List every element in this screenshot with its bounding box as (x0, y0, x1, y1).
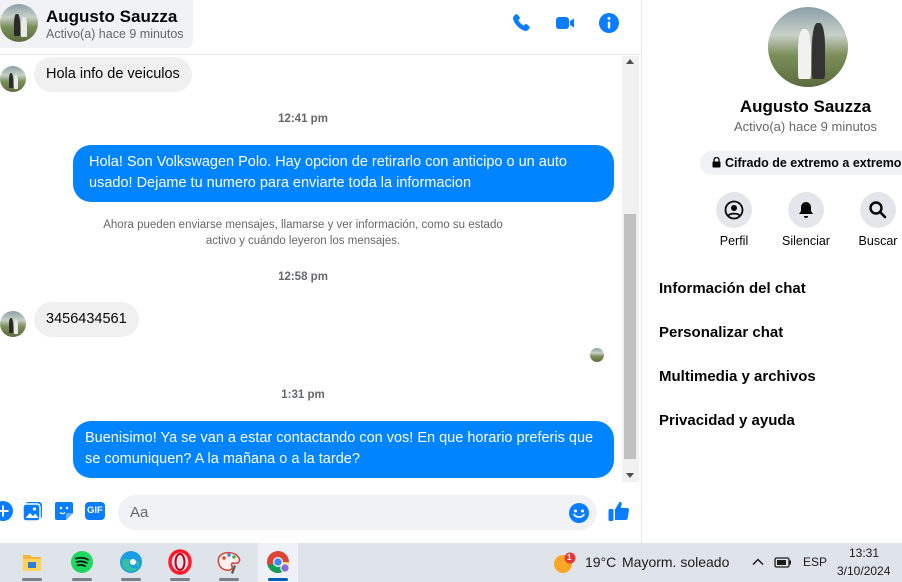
contact-header-button[interactable]: Augusto Sauzza Activo(a) hace 9 minutos (0, 0, 193, 48)
scrollbar[interactable] (622, 56, 639, 482)
weather-sun-icon[interactable]: 1 (552, 551, 576, 575)
clock-date[interactable]: 3/10/2024 (837, 564, 890, 578)
encryption-badge[interactable]: Cifrado de extremo a extremo (700, 151, 902, 175)
info-icon[interactable] (597, 11, 621, 35)
bell-icon (788, 192, 824, 228)
chat-info-panel: Augusto Sauzza Activo(a) hace 9 minutos … (641, 0, 902, 543)
action-label: Perfil (719, 234, 749, 248)
gif-icon[interactable]: GIF (84, 500, 106, 522)
message-timestamp: 12:41 pm (278, 113, 328, 125)
avatar[interactable] (0, 311, 26, 337)
battery-icon[interactable] (774, 556, 792, 574)
clock-time[interactable]: 13:31 (849, 546, 879, 560)
chat-window: Augusto Sauzza Activo(a) hace 9 minutos … (0, 0, 641, 543)
action-label: Buscar (858, 234, 898, 248)
message-input[interactable] (130, 495, 560, 530)
plus-icon[interactable] (0, 500, 14, 522)
gif-label: GIF (87, 505, 103, 516)
message-line: usado! Dejame tu numero para enviarte to… (89, 175, 472, 191)
search-icon (860, 192, 896, 228)
weather-temperature[interactable]: 19°C (585, 554, 616, 570)
sticker-icon[interactable] (53, 500, 75, 522)
encryption-label: Cifrado de extremo a extremo (725, 156, 902, 170)
action-label: Silenciar (782, 234, 830, 248)
mute-button[interactable]: Silenciar (776, 192, 836, 248)
avatar[interactable] (0, 66, 26, 92)
running-indicator (72, 578, 92, 581)
image-icon[interactable] (22, 500, 44, 522)
phone-icon[interactable] (509, 11, 533, 35)
running-indicator (170, 578, 190, 581)
message-line: Hola! Son Volkswagen Polo. Hay opcion de… (89, 154, 567, 170)
taskbar: 1 19°C Mayorm. soleado ESP 13:31 3/10/20… (0, 543, 902, 582)
privacy-help-item[interactable]: Privacidad y ayuda (659, 412, 795, 429)
avatar[interactable] (768, 7, 848, 87)
chat-info-item[interactable]: Información del chat (659, 280, 806, 297)
search-button[interactable]: Buscar (848, 192, 902, 248)
panel-contact-status: Activo(a) hace 9 minutos (733, 119, 878, 134)
composer: GIF (0, 482, 641, 543)
customize-chat-item[interactable]: Personalizar chat (659, 324, 783, 341)
message-bubble-incoming[interactable]: Hola info de veiculos (34, 57, 192, 92)
profile-button[interactable]: Perfil (704, 192, 764, 248)
panel-contact-name: Augusto Sauzza (739, 97, 872, 116)
chat-header: Augusto Sauzza Activo(a) hace 9 minutos (0, 0, 641, 55)
system-notice-line: Ahora pueden enviarse mensajes, llamarse… (103, 219, 503, 231)
system-notice: Ahora pueden enviarse mensajes, llamarse… (70, 217, 536, 249)
contact-name[interactable]: Augusto Sauzza (46, 7, 177, 27)
spotify-icon[interactable] (62, 543, 102, 582)
profile-icon (716, 192, 752, 228)
file-explorer-icon[interactable] (12, 543, 52, 582)
paint-icon[interactable] (209, 543, 249, 582)
message-timestamp: 12:58 pm (278, 271, 328, 283)
message-timestamp: 1:31 pm (281, 389, 325, 401)
running-indicator (219, 578, 239, 581)
running-indicator (22, 578, 42, 581)
avatar[interactable] (0, 4, 38, 42)
lock-icon (712, 156, 721, 168)
weather-description[interactable]: Mayorm. soleado (622, 554, 729, 570)
message-line: se comuniquen? A la mañana o a la tarde? (85, 451, 360, 467)
media-files-item[interactable]: Multimedia y archivos (659, 368, 816, 385)
notification-badge: 1 (567, 553, 572, 562)
message-bubble-incoming[interactable]: 3456434561 (34, 302, 139, 337)
system-notice-line: activo y cuándo leyeron los mensajes. (205, 235, 401, 247)
scroll-down-arrow[interactable] (626, 473, 634, 478)
message-bubble-outgoing[interactable]: Buenisimo! Ya se van a estar contactando… (73, 421, 614, 478)
message-bubble-outgoing[interactable]: Hola! Son Volkswagen Polo. Hay opcion de… (73, 145, 614, 202)
message-list[interactable]: Hola info de veiculos 12:41 pm Hola! Son… (0, 56, 622, 482)
message-line: Buenisimo! Ya se van a estar contactando… (85, 430, 594, 446)
scroll-up-arrow[interactable] (626, 59, 634, 64)
chrome-icon[interactable] (258, 543, 298, 582)
scrollbar-thumb[interactable] (624, 214, 636, 459)
video-call-icon[interactable] (553, 11, 577, 35)
edge-icon[interactable] (111, 543, 151, 582)
message-input-container[interactable] (118, 495, 597, 530)
input-language[interactable]: ESP (803, 555, 827, 569)
emoji-icon[interactable] (568, 502, 590, 524)
thumbs-up-icon[interactable] (607, 499, 631, 523)
chevron-up-icon[interactable] (751, 555, 765, 574)
running-indicator (121, 578, 141, 581)
opera-icon[interactable] (160, 543, 200, 582)
contact-status: Activo(a) hace 9 minutos (46, 27, 184, 41)
seen-receipt-avatar (590, 348, 604, 362)
active-indicator (268, 578, 288, 581)
